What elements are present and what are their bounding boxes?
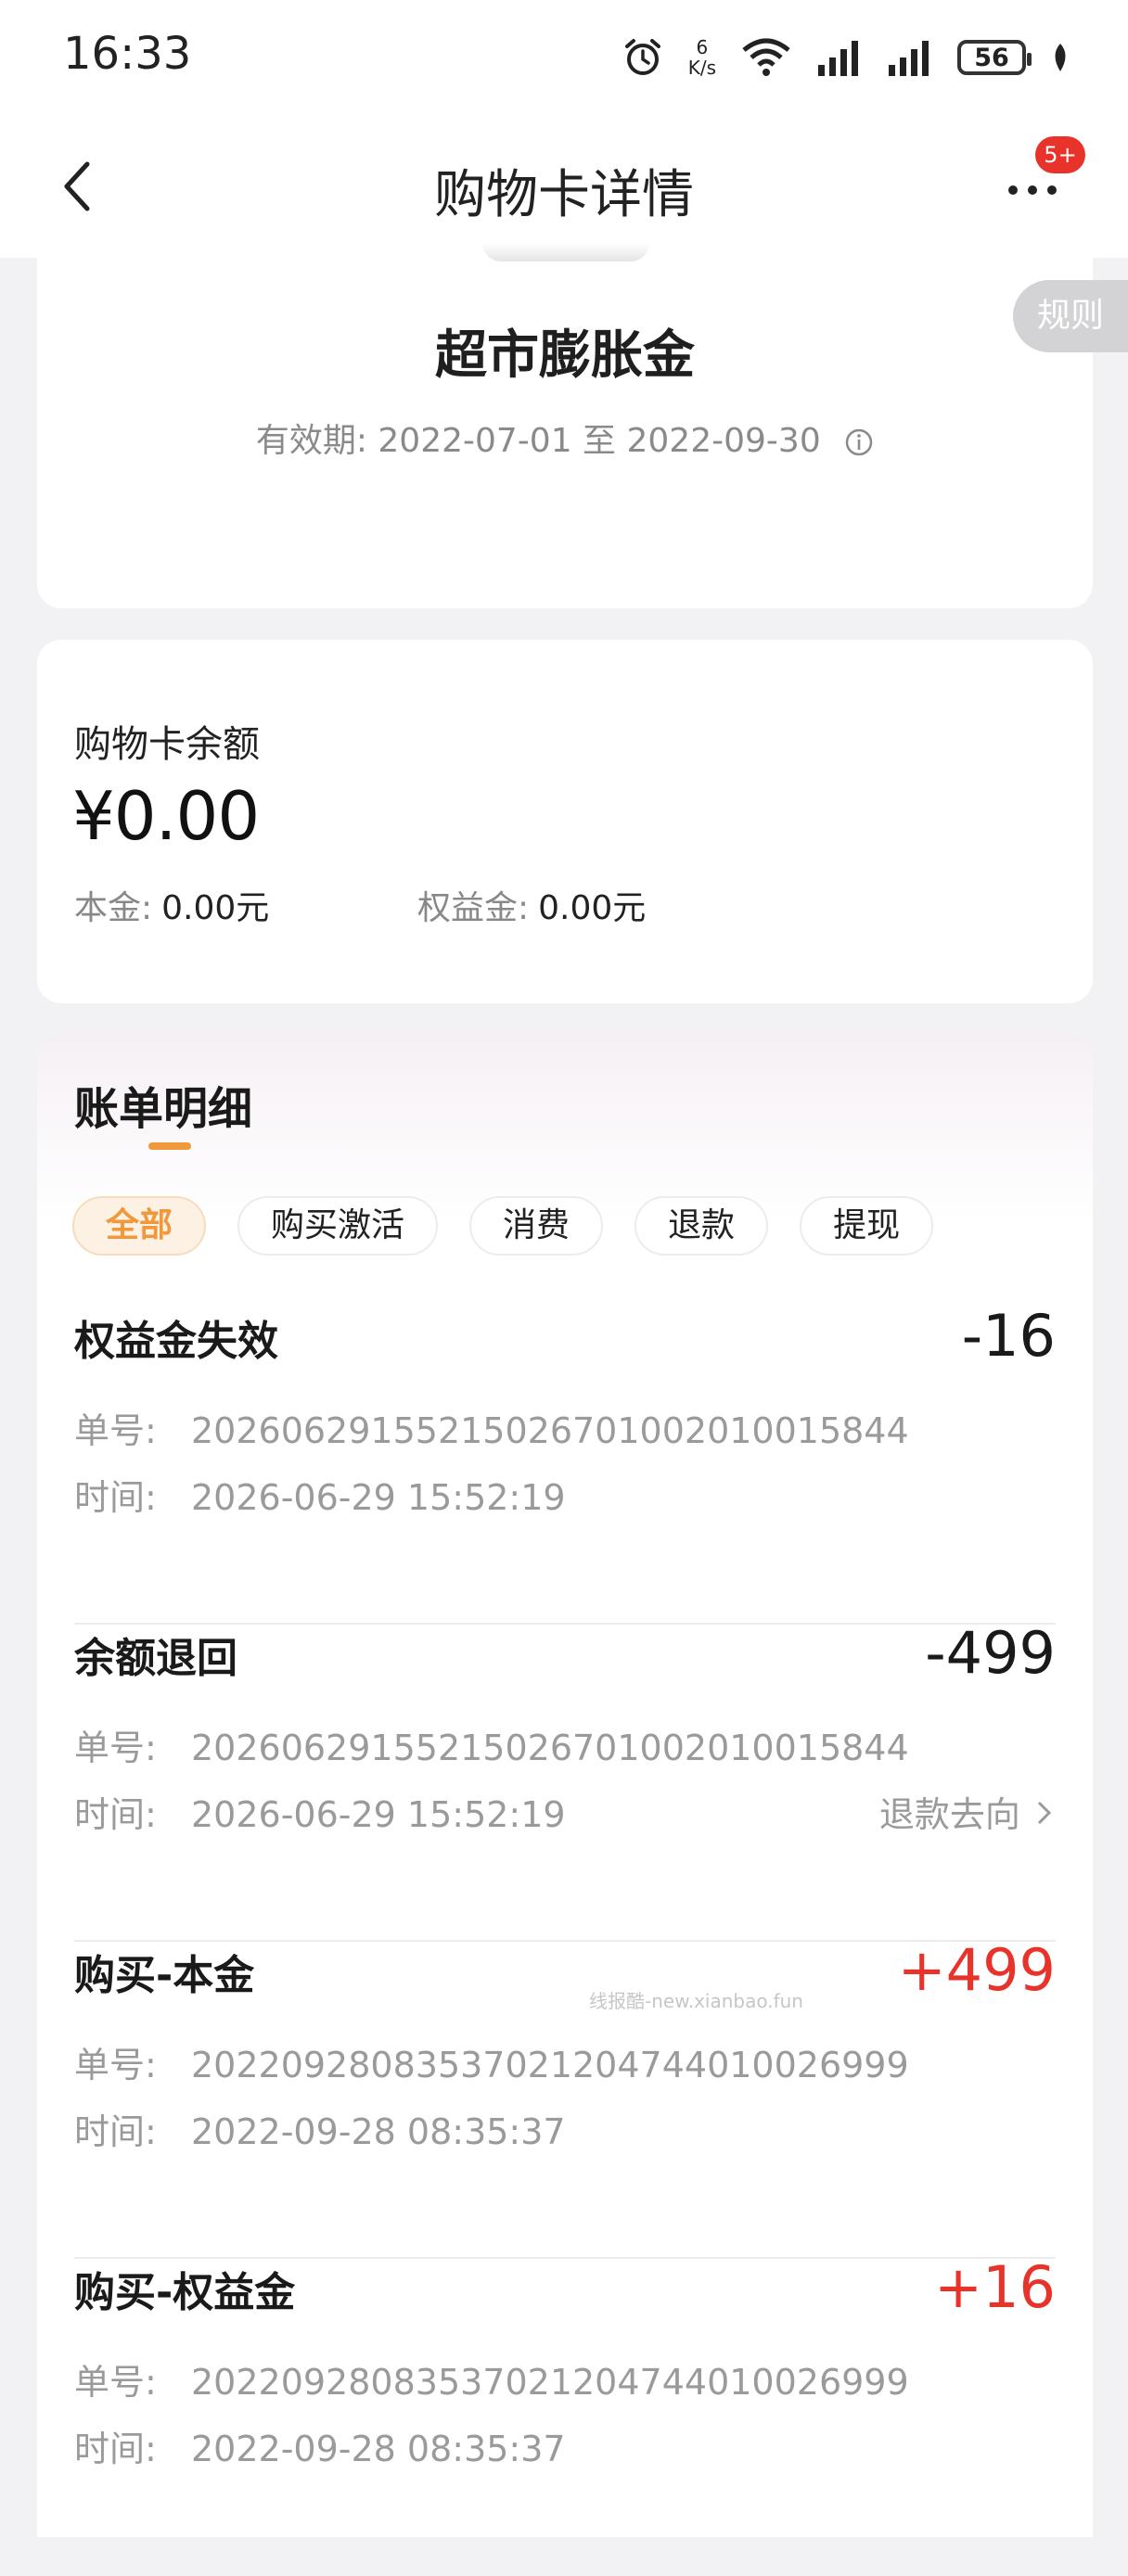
chevron-right-icon <box>1032 1794 1056 1835</box>
principal-value: 0.00元 <box>161 889 270 927</box>
transaction-title: 购买-本金 <box>74 1952 255 1999</box>
filter-consume[interactable]: 消费 <box>469 1196 604 1256</box>
filter-all[interactable]: 全部 <box>72 1196 207 1256</box>
transaction-title: 购买-权益金 <box>74 2269 296 2316</box>
time-label: 时间: <box>74 2111 157 2152</box>
transaction-title: 权益金失效 <box>74 1318 278 1365</box>
signal-icon <box>816 39 863 76</box>
transaction-order: 单号: 20220928083537021204744010026999 <box>74 2036 909 2087</box>
order-label: 单号: <box>74 2362 157 2403</box>
order-label: 单号: <box>74 1410 157 1451</box>
transaction-time: 时间: 2026-06-29 15:52:19 <box>74 1469 566 1520</box>
transaction-amount: +499 <box>897 1936 1056 2004</box>
title-underline <box>148 1142 191 1150</box>
order-number: 20260629155215026701002010015844 <box>191 1728 909 1768</box>
signal-icon <box>887 39 933 76</box>
net-speed: 6 K/s <box>688 37 716 78</box>
message-badge: 5+ <box>1035 136 1085 173</box>
status-bar: 16:33 6 K/s 56 <box>0 0 1128 116</box>
time-value: 2026-06-29 15:52:19 <box>191 1794 566 1835</box>
nav-bar: 购物卡详情 5+ <box>0 116 1128 258</box>
time-label: 时间: <box>74 2429 157 2469</box>
transaction-order: 单号: 20220928083537021204744010026999 <box>74 2353 909 2404</box>
principal-label: 本金: <box>74 889 153 927</box>
transaction-time: 时间: 2022-09-28 08:35:37 <box>74 2103 566 2154</box>
rules-button[interactable]: 规则 <box>1013 280 1128 352</box>
leaf-icon <box>1050 42 1070 73</box>
transaction-time: 时间: 2026-06-29 15:52:19 <box>74 1786 566 1837</box>
transaction-title: 余额退回 <box>74 1635 237 1682</box>
time-value: 2026-06-29 15:52:19 <box>191 1477 566 1518</box>
transaction-item[interactable]: 购买-权益金 +16 单号: 20220928083537021204744010… <box>74 2253 1056 2576</box>
card-name: 超市膨胀金 <box>435 325 695 386</box>
refund-destination-link[interactable]: 退款去向 <box>879 1786 1056 1837</box>
filter-refund[interactable]: 退款 <box>634 1196 769 1256</box>
card-image-edge <box>482 243 649 261</box>
transaction-time: 时间: 2022-09-28 08:35:37 <box>74 2420 566 2471</box>
order-label: 单号: <box>74 1728 157 1768</box>
order-number: 20260629155215026701002010015844 <box>191 1410 909 1451</box>
wifi-icon <box>740 37 792 78</box>
card-info: 超市膨胀金 有效期: 2022-07-01 至 2022-09-30 <box>37 243 1093 608</box>
status-icons: 6 K/s 56 <box>622 32 1070 83</box>
refund-destination-label: 退款去向 <box>878 1794 1020 1835</box>
time-label: 时间: <box>74 1477 157 1518</box>
filter-tabs: 全部 购买激活 消费 退款 提现 <box>72 1196 934 1256</box>
principal: 本金: 0.00元 <box>74 881 269 929</box>
validity-text: 有效期: 2022-07-01 至 2022-09-30 <box>255 422 821 460</box>
status-time: 16:33 <box>63 28 192 80</box>
time-value: 2022-09-28 08:35:37 <box>191 2429 566 2469</box>
transaction-order: 单号: 20260629155215026701002010015844 <box>74 1719 909 1770</box>
info-icon[interactable] <box>844 427 874 457</box>
balance-amount: ¥0.00 <box>72 777 260 855</box>
battery-icon: 56 <box>957 40 1032 75</box>
transaction-amount: -16 <box>961 1302 1056 1370</box>
transaction-amount: +16 <box>934 2253 1056 2321</box>
balance-card: 购物卡余额 ¥0.00 本金: 0.00元 权益金: 0.00元 <box>37 640 1093 1003</box>
bonus: 权益金: 0.00元 <box>417 881 646 929</box>
bonus-label: 权益金: <box>417 889 530 927</box>
order-number: 20220928083537021204744010026999 <box>191 2362 909 2403</box>
net-speed-value: 6 <box>696 36 709 58</box>
balance-label: 购物卡余额 <box>74 723 260 766</box>
transaction-item[interactable]: 购买-本金 +499 单号: 20220928083537021204744010… <box>74 1936 1056 2259</box>
bills-title: 账单明细 <box>74 1083 253 1135</box>
bills-card: 账单明细 全部 购买激活 消费 退款 提现 权益金失效 -16 单号: 20260… <box>37 1035 1093 2537</box>
alarm-icon <box>622 36 664 79</box>
filter-withdraw[interactable]: 提现 <box>800 1196 934 1256</box>
watermark: 线报酷-new.xianbao.fun <box>589 1990 803 2012</box>
order-number: 20220928083537021204744010026999 <box>191 2045 909 2085</box>
transaction-order: 单号: 20260629155215026701002010015844 <box>74 1402 909 1453</box>
page-title: 购物卡详情 <box>434 165 694 225</box>
order-label: 单号: <box>74 2045 157 2085</box>
transaction-item[interactable]: 余额退回 -499 单号: 202606291552150267010020100… <box>74 1619 1056 1942</box>
transaction-item[interactable]: 权益金失效 -16 单号: 202606291552150267010020100… <box>74 1302 1056 1625</box>
transaction-amount: -499 <box>925 1619 1056 1687</box>
more-icon[interactable] <box>1002 172 1095 209</box>
bonus-value: 0.00元 <box>538 889 647 927</box>
time-label: 时间: <box>74 1794 157 1835</box>
net-speed-unit: K/s <box>687 57 716 79</box>
filter-purchase-activate[interactable]: 购买激活 <box>237 1196 439 1256</box>
time-value: 2022-09-28 08:35:37 <box>191 2111 566 2152</box>
validity-period: 有效期: 2022-07-01 至 2022-09-30 <box>37 414 1093 462</box>
